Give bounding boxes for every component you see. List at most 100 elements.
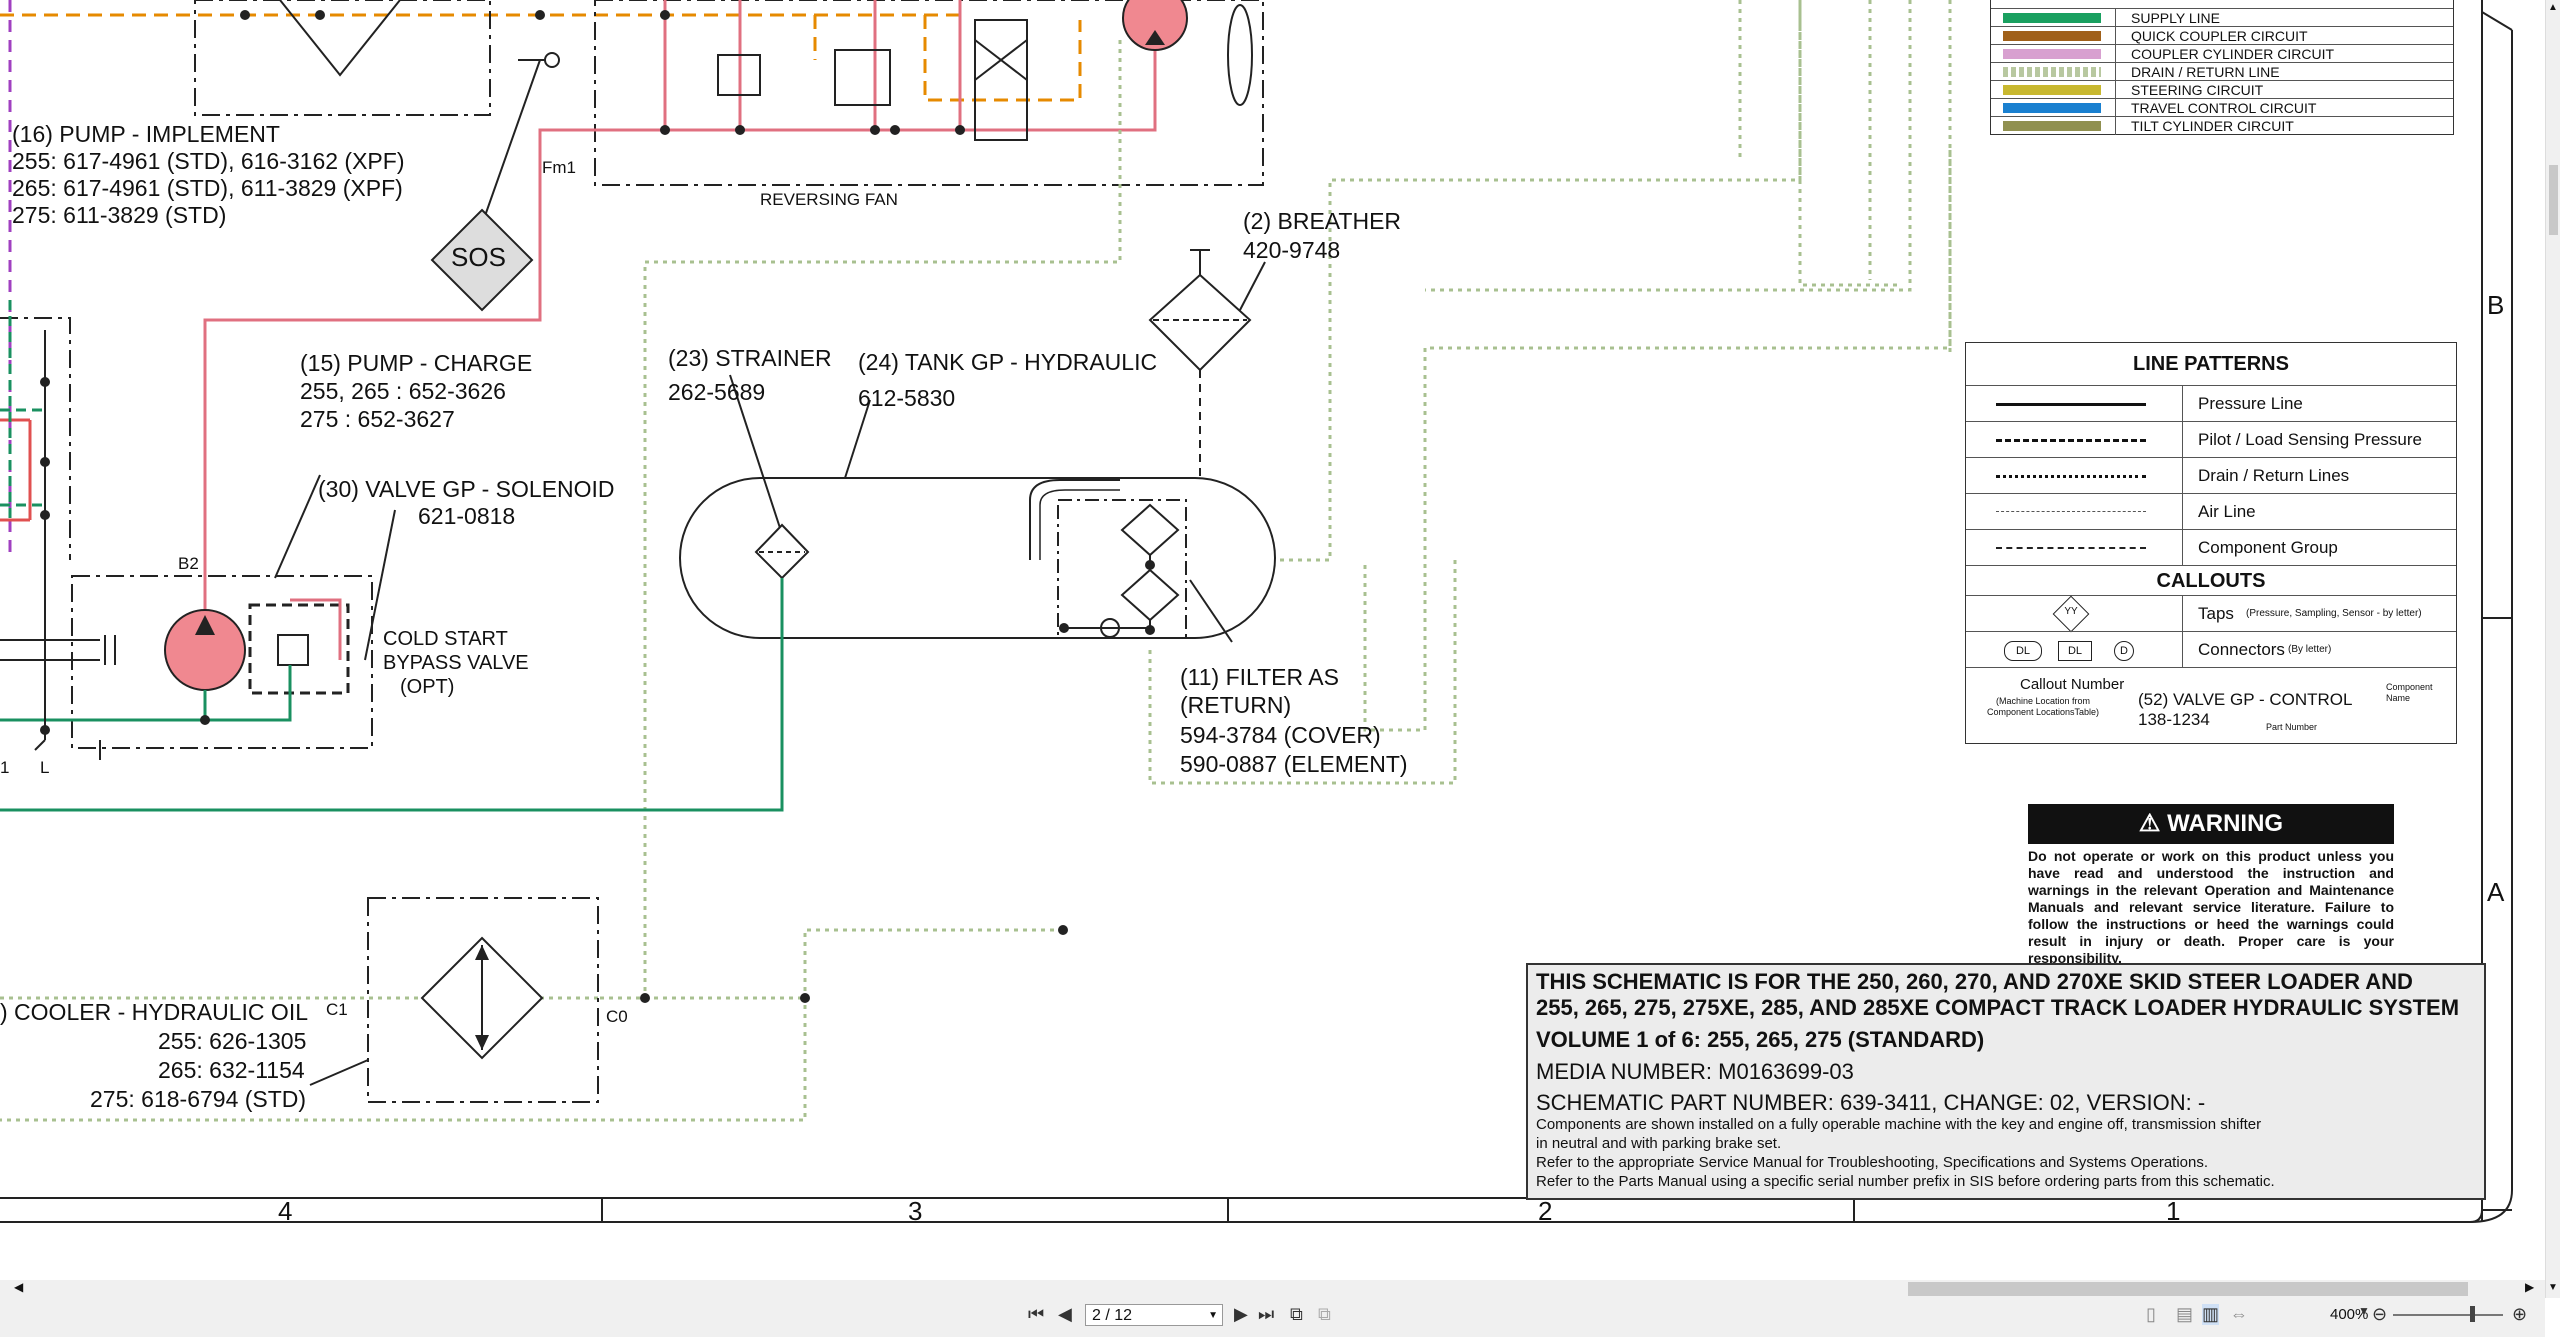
info-note-1: Components are shown installed on a full… xyxy=(1536,1116,2262,1133)
warning-text: Do not operate or work on this product u… xyxy=(2028,848,2394,966)
valve-solenoid-title: (30) VALVE GP - SOLENOID xyxy=(318,476,615,502)
component-name-note: Component Name xyxy=(2386,682,2433,703)
cooler-title: ) COOLER - HYDRAULIC OIL xyxy=(0,999,308,1025)
color-legend-row: DRAIN / RETURN LINE xyxy=(1991,62,2453,81)
line-pattern-row: Pressure Line xyxy=(1966,385,2456,422)
scroll-right-icon[interactable]: ▶ xyxy=(2525,1280,2534,1294)
pump-implement-255: 255: 617-4961 (STD), 616-3162 (XPF) xyxy=(12,148,405,174)
zone-col-1: 1 xyxy=(2166,1196,2181,1226)
machine-location-note: (Machine Location from Component Locatio… xyxy=(1986,696,2100,717)
horizontal-scrollbar[interactable]: ◀ ▶ xyxy=(0,1280,2545,1298)
info-part-number: SCHEMATIC PART NUMBER: 639-3411, CHANGE:… xyxy=(1536,1090,2206,1115)
page-number-text: 2 / 12 xyxy=(1092,1307,1133,1324)
port-l-label: L xyxy=(40,758,50,777)
zoom-in-icon[interactable]: ⊕ xyxy=(2512,1304,2527,1325)
callouts-title: CALLOUTS xyxy=(2156,570,2266,592)
b2-label: B2 xyxy=(178,554,199,573)
connector-symbol: D xyxy=(2114,641,2134,661)
next-page-icon[interactable]: ▶ xyxy=(1234,1304,1248,1325)
page-view-icon[interactable]: ⧉ xyxy=(1290,1304,1303,1325)
zoom-out-icon[interactable]: ⊖ xyxy=(2372,1304,2387,1325)
info-note-4: Refer to the Parts Manual using a specif… xyxy=(1536,1173,2275,1190)
cold-start-2: BYPASS VALVE xyxy=(383,652,529,674)
page-number-field[interactable]: 2 / 12 ▼ xyxy=(1085,1304,1223,1326)
info-heading-2: 255, 265, 275, 275XE, 285, AND 285XE COM… xyxy=(1536,995,2460,1020)
connectors-label: Connectors xyxy=(2198,640,2285,659)
color-legend-label: TILT CYLINDER CIRCUIT xyxy=(2131,118,2294,134)
zoom-slider-thumb[interactable] xyxy=(2470,1306,2475,1322)
single-page-icon[interactable]: ▯ xyxy=(2146,1304,2156,1325)
horizontal-scroll-thumb[interactable] xyxy=(1908,1282,2468,1296)
info-heading-1: THIS SCHEMATIC IS FOR THE 250, 260, 270,… xyxy=(1536,969,2413,994)
zoom-slider[interactable] xyxy=(2393,1314,2503,1316)
valve-solenoid-part: 621-0818 xyxy=(418,503,516,529)
color-swatch xyxy=(2003,67,2101,77)
callouts-header-row: CALLOUTS xyxy=(1966,565,2456,596)
line-pattern-row: Drain / Return Lines xyxy=(1966,457,2456,494)
vertical-scroll-thumb[interactable] xyxy=(2549,165,2558,235)
zone-b: B xyxy=(2487,290,2505,320)
line-pattern-label: Drain / Return Lines xyxy=(2198,466,2350,485)
zone-a: A xyxy=(2487,877,2505,907)
pump-charge-275: 275 : 652-3627 xyxy=(300,406,455,432)
last-page-icon[interactable]: ⏭ xyxy=(1258,1304,1274,1325)
color-swatch xyxy=(2003,121,2101,131)
color-swatch xyxy=(2003,103,2101,113)
tank-part: 612-5830 xyxy=(858,385,956,411)
page-view-alt-icon[interactable]: ⧉ xyxy=(1318,1304,1331,1325)
cooler-255: 255: 626-1305 xyxy=(158,1028,307,1054)
fit-width-icon[interactable]: ⇔ xyxy=(2230,1304,2248,1325)
filter-title: (11) FILTER AS xyxy=(1180,664,1339,690)
zoom-dropdown-icon[interactable]: ▼ xyxy=(2358,1304,2370,1318)
info-note-2: in neutral and with parking brake set. xyxy=(1536,1135,1782,1152)
line-pattern-label: Pressure Line xyxy=(2198,394,2303,413)
part-number-note: Part Number xyxy=(2266,722,2318,732)
color-swatch xyxy=(2003,31,2101,41)
first-page-icon[interactable]: ⏮ xyxy=(1028,1304,1044,1325)
tap-symbol: YY xyxy=(2064,606,2078,617)
pump-implement-265: 265: 617-4961 (STD), 611-3829 (XPF) xyxy=(12,175,403,201)
cooler-275: 275: 618-6794 (STD) xyxy=(90,1086,307,1112)
continuous-page-icon[interactable]: ▤ xyxy=(2176,1304,2193,1325)
scroll-down-icon[interactable]: ▼ xyxy=(2548,1282,2558,1293)
pump-implement-275: 275: 611-3829 (STD) xyxy=(12,202,227,228)
connector-symbol: DL xyxy=(2004,641,2042,661)
scroll-left-icon[interactable]: ◀ xyxy=(14,1280,23,1294)
color-legend-label: QUICK COUPLER CIRCUIT xyxy=(2131,28,2308,44)
taps-row: YY Taps (Pressure, Sampling, Sensor - by… xyxy=(1966,595,2456,633)
color-legend-label: DRAIN / RETURN LINE xyxy=(2131,64,2280,80)
strainer-title: (23) STRAINER xyxy=(668,345,832,371)
tank-title: (24) TANK GP - HYDRAULIC xyxy=(858,349,1158,375)
info-media-number: MEDIA NUMBER: M0163699-03 xyxy=(1536,1059,1854,1084)
color-legend-row: STEERING CIRCUIT xyxy=(1991,80,2453,99)
cold-start-3: (OPT) xyxy=(400,676,455,698)
color-legend-row: QUICK COUPLER CIRCUIT xyxy=(1991,26,2453,45)
warning-title: ⚠ WARNING xyxy=(2028,804,2394,844)
cooler-265: 265: 632-1154 xyxy=(158,1057,305,1083)
previous-page-icon[interactable]: ◀ xyxy=(1058,1304,1072,1325)
warning-title-text: WARNING xyxy=(2167,810,2284,837)
c0-label: C0 xyxy=(606,1007,628,1026)
zone-col-3: 3 xyxy=(908,1196,923,1226)
line-patterns-title: LINE PATTERNS xyxy=(2133,353,2289,375)
zone-col-2: 2 xyxy=(1538,1196,1553,1226)
color-legend-row: SUPPLY LINE xyxy=(1991,8,2453,27)
line-pattern-label: Component Group xyxy=(2198,538,2338,557)
line-pattern-row: Component Group xyxy=(1966,529,2456,566)
color-legend: SUPPLY LINE QUICK COUPLER CIRCUIT COUPLE… xyxy=(1990,0,2454,135)
connectors-note: (By letter) xyxy=(2288,644,2332,655)
pump-implement-title: (16) PUMP - IMPLEMENT xyxy=(12,121,280,147)
color-swatch xyxy=(2003,49,2101,59)
line-pattern-row: Air Line xyxy=(1966,493,2456,530)
callout-number-label: Callout Number xyxy=(2020,676,2125,693)
page-dropdown-icon[interactable]: ▼ xyxy=(1208,1305,1218,1327)
schematic-info-block: THIS SCHEMATIC IS FOR THE 250, 260, 270,… xyxy=(1526,963,2486,1200)
line-pattern-label: Air Line xyxy=(2198,502,2256,521)
warning-triangle-icon: ⚠ xyxy=(2138,810,2168,837)
two-page-icon[interactable]: ▥ xyxy=(2202,1304,2220,1325)
color-swatch xyxy=(2003,85,2101,95)
filter-element: 590-0887 (ELEMENT) xyxy=(1180,751,1408,777)
scroll-up-icon[interactable]: ▲ xyxy=(2548,2,2558,13)
c1-label: C1 xyxy=(326,1000,348,1019)
vertical-scrollbar[interactable]: ▲ ▼ xyxy=(2545,0,2560,1298)
